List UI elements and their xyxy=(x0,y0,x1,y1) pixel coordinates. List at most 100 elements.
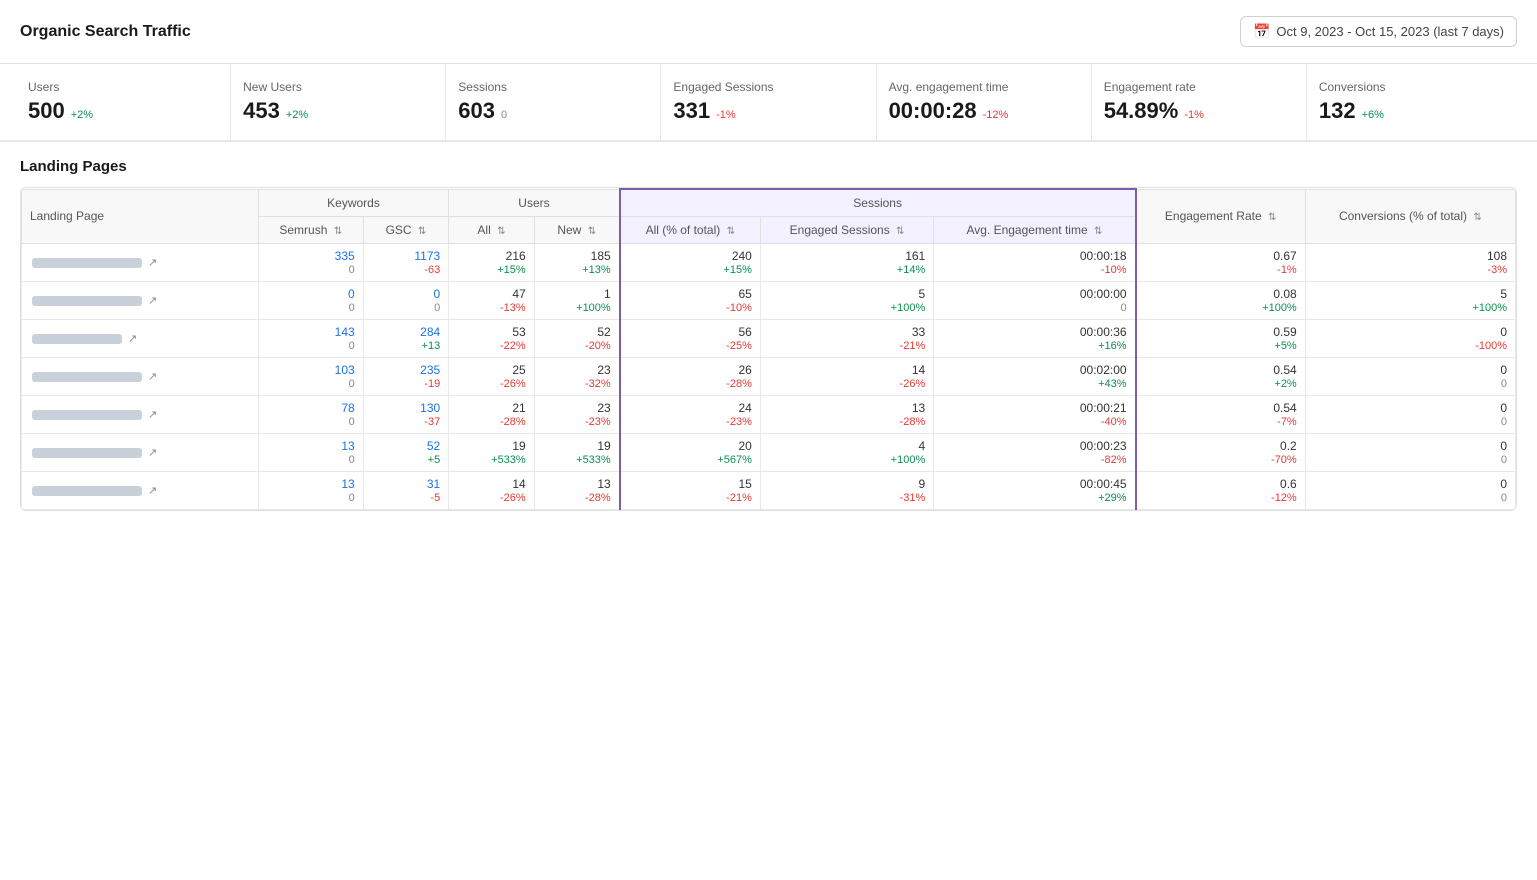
page-cell-content: ↗ xyxy=(32,446,248,459)
landing-page-cell: ↗ xyxy=(22,282,259,320)
delta-value: +29% xyxy=(1098,492,1126,504)
cell-value: 00:00:21 -40% xyxy=(942,401,1126,428)
cell-value: 52 -20% xyxy=(543,325,611,352)
cell-value: 0.08 +100% xyxy=(1145,287,1297,314)
main-value: 0.67 xyxy=(1273,249,1296,263)
main-value: 130 xyxy=(420,401,440,415)
delta-value: +2% xyxy=(1274,378,1296,390)
main-value: 00:00:36 xyxy=(1080,325,1127,339)
cell-value: 108 -3% xyxy=(1314,249,1507,276)
page-title: Organic Search Traffic xyxy=(20,23,191,41)
main-value: 5 xyxy=(1500,287,1507,301)
sort-icon-gsc[interactable]: ⇅ xyxy=(418,226,426,237)
avg-engagement-cell: 00:00:36 +16% xyxy=(934,320,1136,358)
main-value: 26 xyxy=(739,363,752,377)
sort-icon-sessions-all[interactable]: ⇅ xyxy=(727,226,735,237)
avg-engagement-cell: 00:00:18 -10% xyxy=(934,244,1136,282)
main-value: 52 xyxy=(427,439,440,453)
delta-value: 0 xyxy=(349,454,355,466)
main-value: 00:00:00 xyxy=(1080,287,1127,301)
main-value: 13 xyxy=(912,401,925,415)
main-value: 00:00:45 xyxy=(1080,477,1127,491)
cell-value: 1173 -63 xyxy=(372,249,441,276)
conversions-cell: 0 -100% xyxy=(1305,320,1515,358)
metric-label: Conversions xyxy=(1319,80,1509,94)
metric-label: Users xyxy=(28,80,218,94)
main-value: 0.2 xyxy=(1280,439,1297,453)
engagement-rate-cell: 0.08 +100% xyxy=(1136,282,1306,320)
metric-value-row: 603 0 xyxy=(458,98,648,124)
cell-value: 14 -26% xyxy=(457,477,526,504)
main-value: 240 xyxy=(732,249,752,263)
cell-value: 00:00:00 0 xyxy=(942,287,1126,314)
sort-icon-semrush[interactable]: ⇅ xyxy=(334,226,342,237)
external-link-icon[interactable]: ↗ xyxy=(148,446,157,459)
main-value: 0 xyxy=(1500,363,1507,377)
cell-value: 23 -32% xyxy=(543,363,611,390)
delta-value: -23% xyxy=(585,416,611,428)
main-value: 0 xyxy=(434,287,441,301)
main-value: 0.6 xyxy=(1280,477,1297,491)
users-new-cell: 23 -32% xyxy=(534,358,620,396)
main-value: 284 xyxy=(420,325,440,339)
delta-value: +533% xyxy=(576,454,611,466)
users-all-cell: 53 -22% xyxy=(449,320,535,358)
gsc-cell: 284 +13 xyxy=(363,320,449,358)
external-link-icon[interactable]: ↗ xyxy=(128,332,137,345)
cell-value: 33 -21% xyxy=(769,325,925,352)
table-row: ↗ 13 0 31 -5 14 -26% 13 -28% 15 -21% 9 -… xyxy=(22,472,1516,510)
cell-value: 13 -28% xyxy=(543,477,611,504)
col-header-engaged-sessions: Engaged Sessions ⇅ xyxy=(760,217,933,244)
users-all-cell: 21 -28% xyxy=(449,396,535,434)
main-value: 21 xyxy=(512,401,525,415)
external-link-icon[interactable]: ↗ xyxy=(148,370,157,383)
main-value: 1173 xyxy=(414,249,440,263)
cell-value: 24 -23% xyxy=(629,401,752,428)
main-value: 4 xyxy=(919,439,926,453)
sort-icon-engaged-sessions[interactable]: ⇅ xyxy=(896,226,904,237)
cell-value: 53 -22% xyxy=(457,325,526,352)
sort-icon-avg-eng-time[interactable]: ⇅ xyxy=(1094,226,1102,237)
metric-delta: -12% xyxy=(983,109,1009,121)
sessions-all-cell: 240 +15% xyxy=(620,244,761,282)
delta-value: -28% xyxy=(726,378,752,390)
date-range-picker[interactable]: 📅 Oct 9, 2023 - Oct 15, 2023 (last 7 day… xyxy=(1240,16,1517,47)
landing-pages-section: Landing Pages Landing Page Keywords User… xyxy=(0,142,1537,511)
engagement-rate-cell: 0.67 -1% xyxy=(1136,244,1306,282)
engaged-sessions-cell: 161 +14% xyxy=(760,244,933,282)
delta-value: +5 xyxy=(428,454,441,466)
sessions-all-cell: 15 -21% xyxy=(620,472,761,510)
cell-value: 56 -25% xyxy=(629,325,752,352)
cell-value: 0.59 +5% xyxy=(1145,325,1297,352)
col-group-keywords: Keywords xyxy=(258,189,448,217)
sessions-all-cell: 65 -10% xyxy=(620,282,761,320)
sort-icon-conversions[interactable]: ⇅ xyxy=(1473,212,1481,223)
conversions-cell: 0 0 xyxy=(1305,472,1515,510)
sort-icon-eng-rate[interactable]: ⇅ xyxy=(1268,212,1276,223)
main-value: 25 xyxy=(512,363,525,377)
cell-value: 103 0 xyxy=(267,363,355,390)
external-link-icon[interactable]: ↗ xyxy=(148,256,157,269)
delta-value: 0 xyxy=(349,340,355,352)
main-value: 216 xyxy=(506,249,526,263)
delta-value: 0 xyxy=(1501,416,1507,428)
col-header-conversions: Conversions (% of total) ⇅ xyxy=(1305,189,1515,244)
delta-value: -13% xyxy=(500,302,526,314)
sort-icon-users-all[interactable]: ⇅ xyxy=(497,226,505,237)
metric-delta: -1% xyxy=(1184,109,1204,121)
cell-value: 185 +13% xyxy=(543,249,611,276)
cell-value: 0.6 -12% xyxy=(1145,477,1297,504)
sort-icon-users-new[interactable]: ⇅ xyxy=(588,226,596,237)
cell-value: 0 0 xyxy=(372,287,441,314)
metric-value-row: 453 +2% xyxy=(243,98,433,124)
external-link-icon[interactable]: ↗ xyxy=(148,408,157,421)
delta-value: -21% xyxy=(726,492,752,504)
main-value: 161 xyxy=(905,249,925,263)
external-link-icon[interactable]: ↗ xyxy=(148,484,157,497)
delta-value: -26% xyxy=(900,378,926,390)
delta-value: -7% xyxy=(1277,416,1297,428)
external-link-icon[interactable]: ↗ xyxy=(148,294,157,307)
metric-value: 00:00:28 xyxy=(889,98,977,124)
delta-value: 0 xyxy=(1501,378,1507,390)
avg-engagement-cell: 00:00:23 -82% xyxy=(934,434,1136,472)
